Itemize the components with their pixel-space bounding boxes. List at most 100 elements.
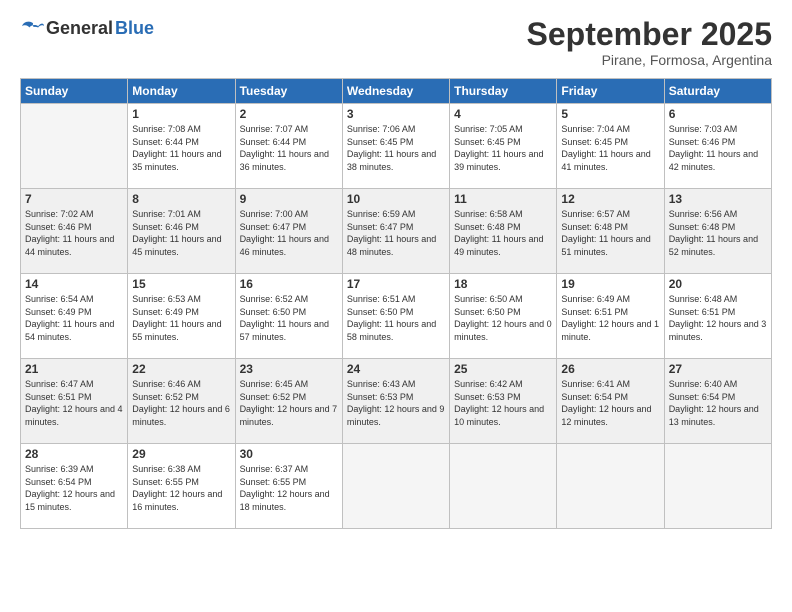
day-info: Sunrise: 6:38 AM Sunset: 6:55 PM Dayligh… (132, 463, 230, 513)
day-info: Sunrise: 7:08 AM Sunset: 6:44 PM Dayligh… (132, 123, 230, 173)
day-number: 14 (25, 277, 123, 291)
calendar-day-cell: 12 Sunrise: 6:57 AM Sunset: 6:48 PM Dayli… (557, 189, 664, 274)
calendar-week-row: 28 Sunrise: 6:39 AM Sunset: 6:54 PM Dayli… (21, 444, 772, 529)
day-of-week-header: Tuesday (235, 79, 342, 104)
day-info: Sunrise: 6:56 AM Sunset: 6:48 PM Dayligh… (669, 208, 767, 258)
day-of-week-header: Wednesday (342, 79, 449, 104)
day-number: 27 (669, 362, 767, 376)
day-number: 10 (347, 192, 445, 206)
day-number: 30 (240, 447, 338, 461)
day-number: 23 (240, 362, 338, 376)
day-info: Sunrise: 6:52 AM Sunset: 6:50 PM Dayligh… (240, 293, 338, 343)
calendar-day-cell: 11 Sunrise: 6:58 AM Sunset: 6:48 PM Dayli… (450, 189, 557, 274)
day-number: 26 (561, 362, 659, 376)
day-info: Sunrise: 7:06 AM Sunset: 6:45 PM Dayligh… (347, 123, 445, 173)
calendar-day-cell: 14 Sunrise: 6:54 AM Sunset: 6:49 PM Dayli… (21, 274, 128, 359)
day-number: 1 (132, 107, 230, 121)
calendar-day-cell (342, 444, 449, 529)
calendar-day-cell: 1 Sunrise: 7:08 AM Sunset: 6:44 PM Daylig… (128, 104, 235, 189)
page: GeneralBlue September 2025 Pirane, Formo… (0, 0, 792, 612)
day-of-week-header: Friday (557, 79, 664, 104)
day-info: Sunrise: 6:49 AM Sunset: 6:51 PM Dayligh… (561, 293, 659, 343)
day-info: Sunrise: 6:37 AM Sunset: 6:55 PM Dayligh… (240, 463, 338, 513)
day-number: 12 (561, 192, 659, 206)
calendar-day-cell: 9Sunrise: 7:00 AM Sunset: 6:47 PM Daylig… (235, 189, 342, 274)
day-info: Sunrise: 6:39 AM Sunset: 6:54 PM Dayligh… (25, 463, 123, 513)
day-of-week-header: Monday (128, 79, 235, 104)
day-info: Sunrise: 7:03 AM Sunset: 6:46 PM Dayligh… (669, 123, 767, 173)
calendar-day-cell: 26 Sunrise: 6:41 AM Sunset: 6:54 PM Dayli… (557, 359, 664, 444)
calendar-day-cell: 17Sunrise: 6:51 AM Sunset: 6:50 PM Dayli… (342, 274, 449, 359)
calendar-day-cell: 30 Sunrise: 6:37 AM Sunset: 6:55 PM Dayli… (235, 444, 342, 529)
day-info: Sunrise: 6:53 AM Sunset: 6:49 PM Dayligh… (132, 293, 230, 343)
day-info: Sunrise: 6:58 AM Sunset: 6:48 PM Dayligh… (454, 208, 552, 258)
header: GeneralBlue September 2025 Pirane, Formo… (20, 18, 772, 68)
month-title: September 2025 (527, 18, 772, 50)
calendar-day-cell: 21 Sunrise: 6:47 AM Sunset: 6:51 PM Dayli… (21, 359, 128, 444)
day-of-week-header: Thursday (450, 79, 557, 104)
day-info: Sunrise: 6:57 AM Sunset: 6:48 PM Dayligh… (561, 208, 659, 258)
calendar-day-cell: 3 Sunrise: 7:06 AM Sunset: 6:45 PM Daylig… (342, 104, 449, 189)
calendar-day-cell: 4Sunrise: 7:05 AM Sunset: 6:45 PM Daylig… (450, 104, 557, 189)
day-number: 20 (669, 277, 767, 291)
calendar-header-row: SundayMondayTuesdayWednesdayThursdayFrid… (21, 79, 772, 104)
day-info: Sunrise: 6:46 AM Sunset: 6:52 PM Dayligh… (132, 378, 230, 428)
calendar-day-cell (450, 444, 557, 529)
calendar-week-row: 1 Sunrise: 7:08 AM Sunset: 6:44 PM Daylig… (21, 104, 772, 189)
day-number: 19 (561, 277, 659, 291)
day-number: 24 (347, 362, 445, 376)
day-info: Sunrise: 7:01 AM Sunset: 6:46 PM Dayligh… (132, 208, 230, 258)
day-info: Sunrise: 6:50 AM Sunset: 6:50 PM Dayligh… (454, 293, 552, 343)
calendar-day-cell: 5 Sunrise: 7:04 AM Sunset: 6:45 PM Daylig… (557, 104, 664, 189)
day-info: Sunrise: 6:54 AM Sunset: 6:49 PM Dayligh… (25, 293, 123, 343)
calendar-day-cell (664, 444, 771, 529)
subtitle: Pirane, Formosa, Argentina (527, 52, 772, 68)
logo: GeneralBlue (20, 18, 154, 39)
day-number: 16 (240, 277, 338, 291)
calendar-day-cell: 29 Sunrise: 6:38 AM Sunset: 6:55 PM Dayli… (128, 444, 235, 529)
calendar-week-row: 21 Sunrise: 6:47 AM Sunset: 6:51 PM Dayli… (21, 359, 772, 444)
day-number: 28 (25, 447, 123, 461)
day-of-week-header: Saturday (664, 79, 771, 104)
calendar-day-cell: 16 Sunrise: 6:52 AM Sunset: 6:50 PM Dayli… (235, 274, 342, 359)
day-number: 25 (454, 362, 552, 376)
calendar-day-cell: 6 Sunrise: 7:03 AM Sunset: 6:46 PM Daylig… (664, 104, 771, 189)
day-info: Sunrise: 6:41 AM Sunset: 6:54 PM Dayligh… (561, 378, 659, 428)
day-info: Sunrise: 6:48 AM Sunset: 6:51 PM Dayligh… (669, 293, 767, 343)
day-info: Sunrise: 7:02 AM Sunset: 6:46 PM Dayligh… (25, 208, 123, 258)
calendar-day-cell: 2Sunrise: 7:07 AM Sunset: 6:44 PM Daylig… (235, 104, 342, 189)
day-number: 6 (669, 107, 767, 121)
calendar-day-cell: 24Sunrise: 6:43 AM Sunset: 6:53 PM Dayli… (342, 359, 449, 444)
calendar-day-cell: 25 Sunrise: 6:42 AM Sunset: 6:53 PM Dayli… (450, 359, 557, 444)
calendar-day-cell: 13 Sunrise: 6:56 AM Sunset: 6:48 PM Dayli… (664, 189, 771, 274)
title-section: September 2025 Pirane, Formosa, Argentin… (527, 18, 772, 68)
calendar-day-cell (21, 104, 128, 189)
day-info: Sunrise: 6:51 AM Sunset: 6:50 PM Dayligh… (347, 293, 445, 343)
logo-bird-icon (22, 20, 44, 38)
day-of-week-header: Sunday (21, 79, 128, 104)
calendar-week-row: 14 Sunrise: 6:54 AM Sunset: 6:49 PM Dayli… (21, 274, 772, 359)
day-info: Sunrise: 6:42 AM Sunset: 6:53 PM Dayligh… (454, 378, 552, 428)
day-number: 5 (561, 107, 659, 121)
calendar-day-cell: 20 Sunrise: 6:48 AM Sunset: 6:51 PM Dayli… (664, 274, 771, 359)
day-info: Sunrise: 6:59 AM Sunset: 6:47 PM Dayligh… (347, 208, 445, 258)
calendar-day-cell: 15Sunrise: 6:53 AM Sunset: 6:49 PM Dayli… (128, 274, 235, 359)
day-number: 11 (454, 192, 552, 206)
day-number: 29 (132, 447, 230, 461)
day-number: 13 (669, 192, 767, 206)
day-number: 18 (454, 277, 552, 291)
day-number: 3 (347, 107, 445, 121)
day-number: 21 (25, 362, 123, 376)
calendar-day-cell: 18 Sunrise: 6:50 AM Sunset: 6:50 PM Dayli… (450, 274, 557, 359)
day-info: Sunrise: 6:40 AM Sunset: 6:54 PM Dayligh… (669, 378, 767, 428)
day-info: Sunrise: 6:47 AM Sunset: 6:51 PM Dayligh… (25, 378, 123, 428)
day-number: 2 (240, 107, 338, 121)
logo-blue-text: Blue (115, 18, 154, 39)
day-info: Sunrise: 7:04 AM Sunset: 6:45 PM Dayligh… (561, 123, 659, 173)
calendar-day-cell: 28 Sunrise: 6:39 AM Sunset: 6:54 PM Dayli… (21, 444, 128, 529)
calendar-day-cell: 27 Sunrise: 6:40 AM Sunset: 6:54 PM Dayli… (664, 359, 771, 444)
calendar-day-cell: 19 Sunrise: 6:49 AM Sunset: 6:51 PM Dayli… (557, 274, 664, 359)
day-number: 9 (240, 192, 338, 206)
logo-general-text: General (46, 18, 113, 39)
calendar-day-cell: 7Sunrise: 7:02 AM Sunset: 6:46 PM Daylig… (21, 189, 128, 274)
